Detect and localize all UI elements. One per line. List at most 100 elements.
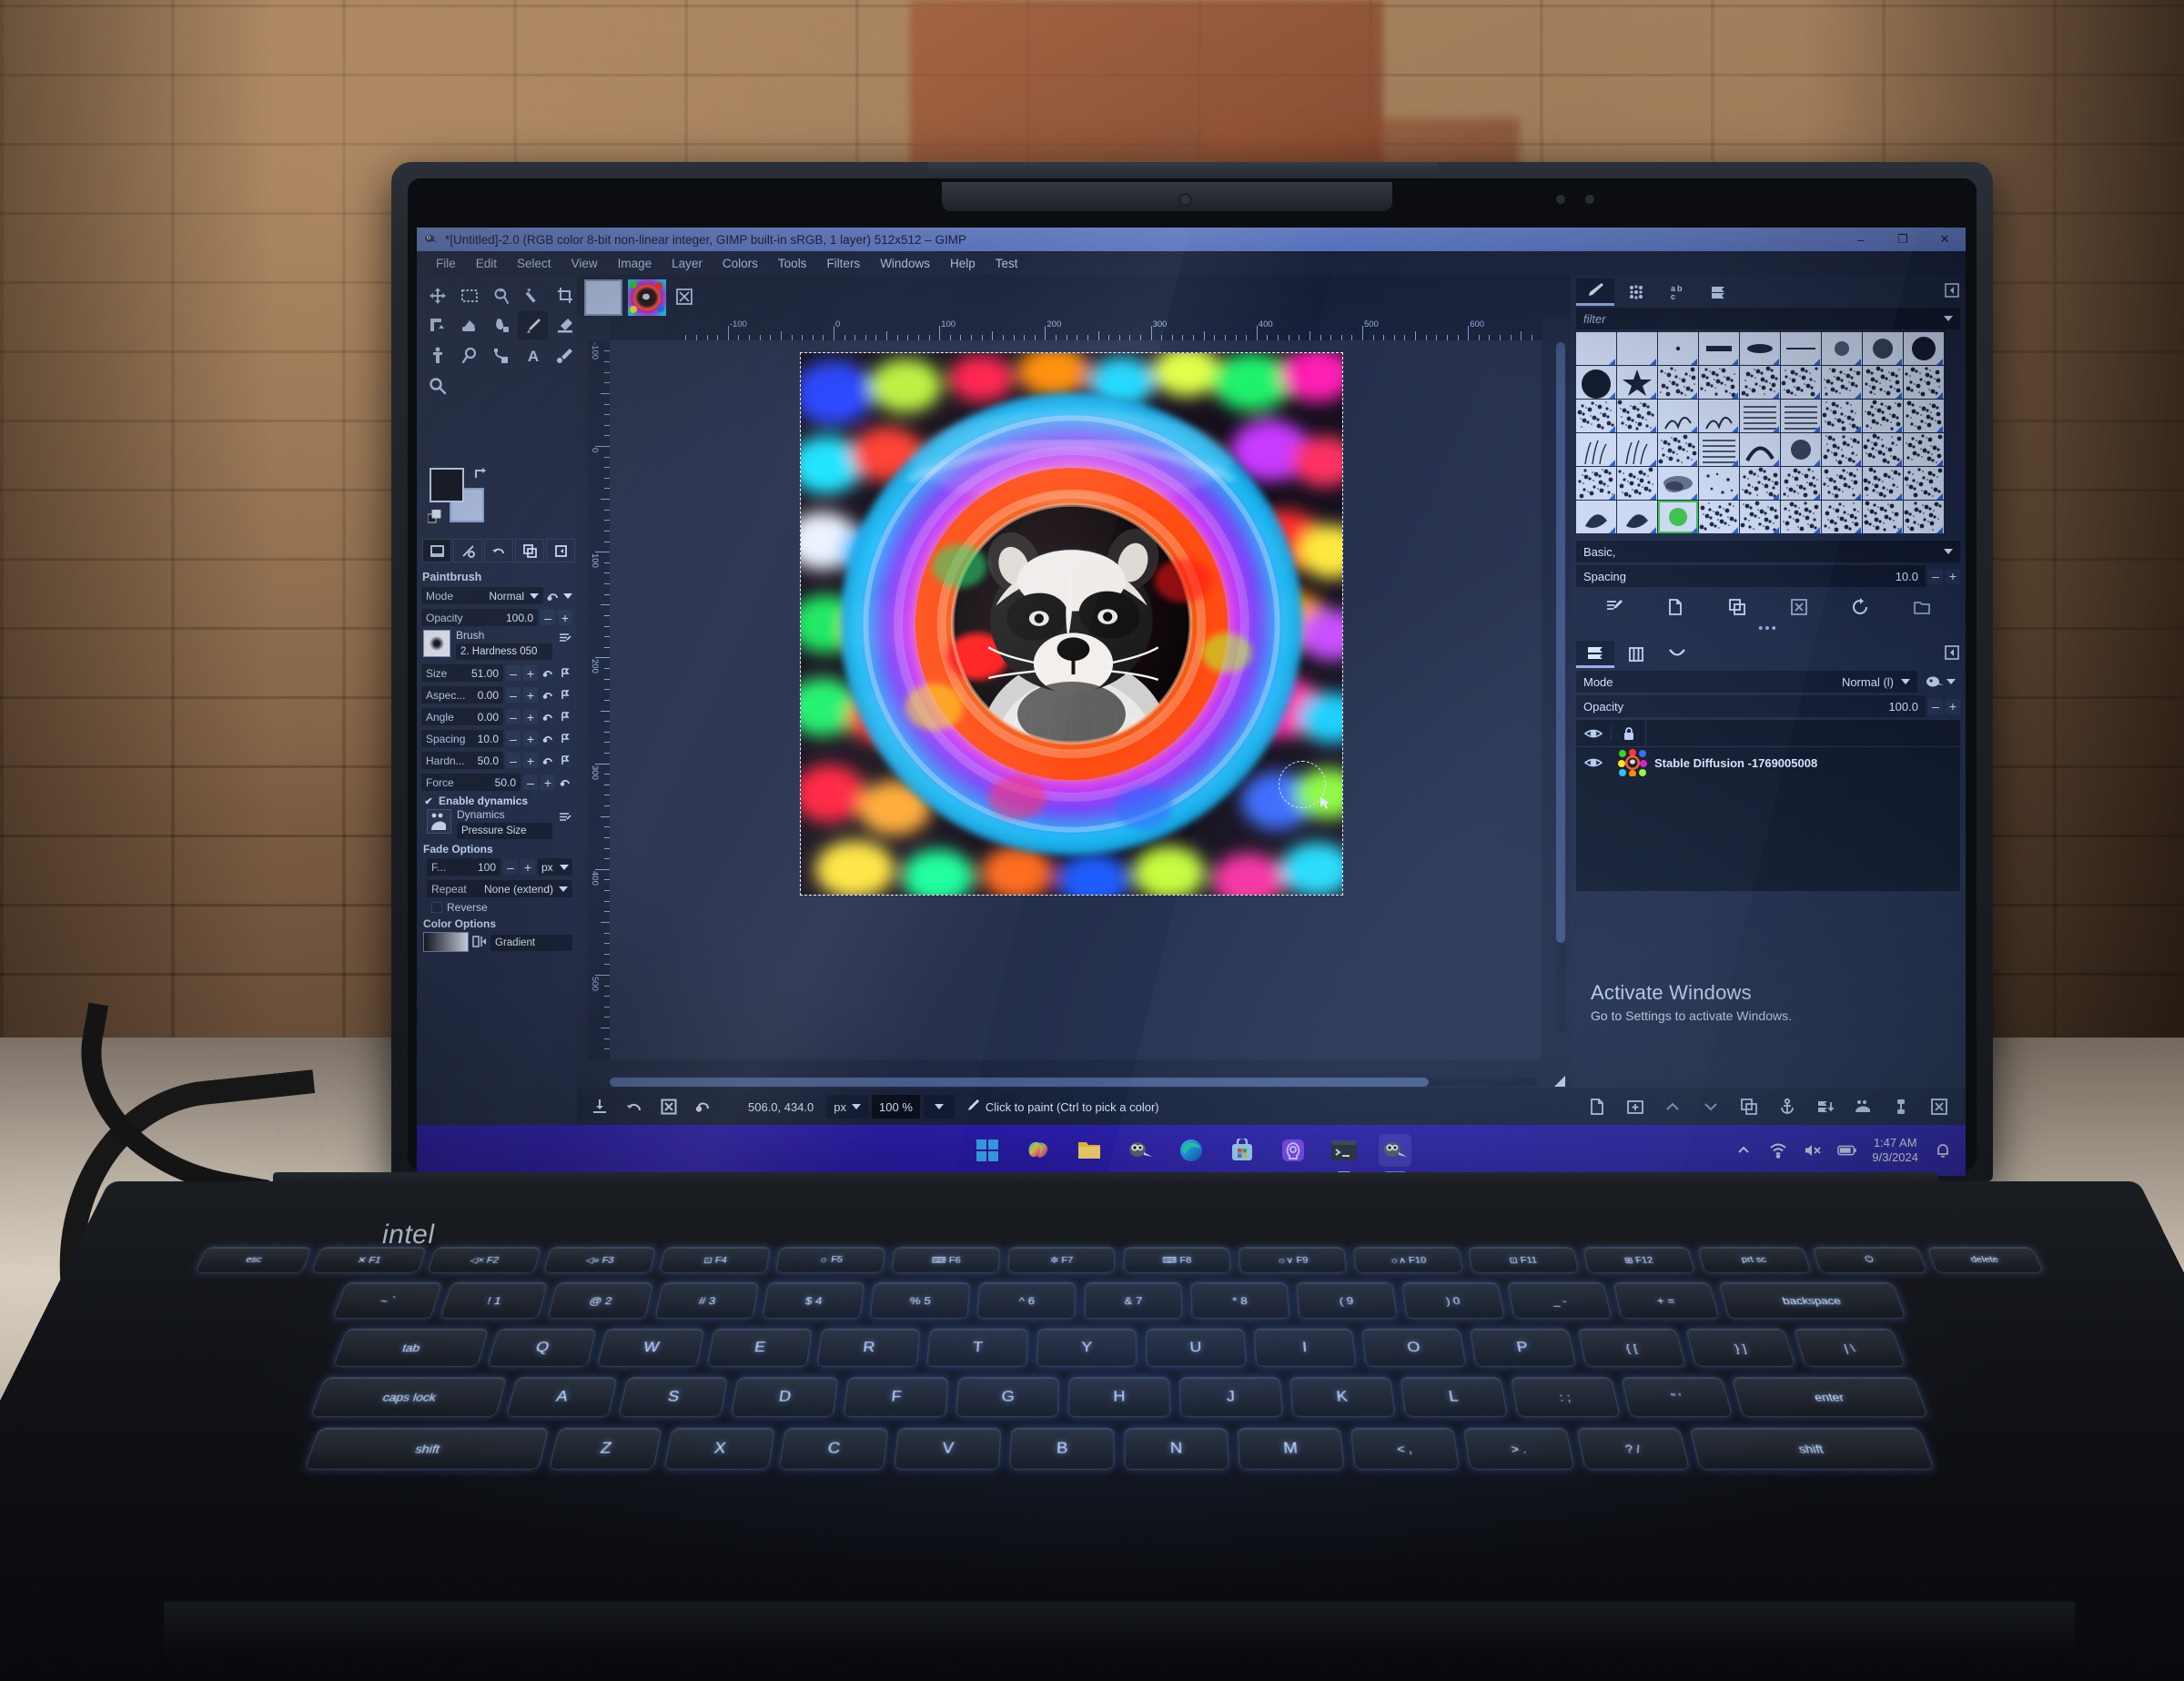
rectangle-select-tool[interactable] bbox=[454, 281, 484, 309]
brush-preview-thumbnail[interactable] bbox=[423, 630, 450, 657]
keyboard-key[interactable]: D bbox=[731, 1377, 838, 1417]
keyboard-key[interactable]: H bbox=[1068, 1377, 1171, 1417]
reset-colors-icon[interactable] bbox=[428, 510, 443, 525]
ai-app-button[interactable] bbox=[1277, 1134, 1309, 1167]
filter-chevron-icon[interactable] bbox=[1944, 316, 1953, 321]
brush-cell[interactable] bbox=[1576, 433, 1616, 466]
brush-filter-input[interactable]: filter bbox=[1576, 308, 1960, 329]
menu-item-select[interactable]: Select bbox=[507, 255, 561, 272]
swap-colors-icon[interactable] bbox=[473, 466, 490, 481]
brush-set-chevron-icon[interactable] bbox=[1944, 549, 1953, 554]
store-button[interactable] bbox=[1226, 1134, 1259, 1167]
open-folder-icon[interactable] bbox=[1910, 595, 1934, 619]
bucket-fill-tool[interactable] bbox=[454, 311, 484, 339]
keyboard-key[interactable]: ☼∧ F10 bbox=[1353, 1247, 1463, 1273]
mode-reset-icon[interactable] bbox=[546, 588, 561, 603]
keyboard-key[interactable]: ^ 6 bbox=[977, 1282, 1077, 1319]
document-history-tab[interactable] bbox=[1699, 278, 1737, 306]
layer-thumbnail[interactable] bbox=[1618, 749, 1647, 776]
navigation-preview-button[interactable] bbox=[1552, 1074, 1567, 1089]
brush-cell[interactable] bbox=[1658, 467, 1698, 500]
minimize-button[interactable]: – bbox=[1840, 228, 1882, 251]
delete-brush-icon[interactable] bbox=[1787, 595, 1811, 619]
keyboard-key[interactable]: + = bbox=[1613, 1282, 1719, 1319]
color-picker-tool[interactable] bbox=[550, 341, 580, 370]
transform-tool[interactable] bbox=[422, 311, 452, 339]
keyboard-key[interactable]: ✲ F7 bbox=[1007, 1247, 1115, 1273]
brush-cell[interactable] bbox=[1699, 332, 1739, 365]
brush-cell[interactable] bbox=[1904, 501, 1944, 533]
keyboard-key[interactable]: backspace bbox=[1718, 1282, 1906, 1319]
keyboard-key[interactable]: F bbox=[843, 1377, 948, 1417]
keyboard-key[interactable]: T bbox=[926, 1329, 1028, 1367]
hardness-reset-icon[interactable] bbox=[541, 753, 555, 768]
undo-icon[interactable] bbox=[619, 1094, 650, 1119]
keyboard-key[interactable]: Z bbox=[549, 1428, 662, 1470]
keyboard-key[interactable]: } ] bbox=[1685, 1329, 1795, 1367]
fade-decrease-button[interactable]: – bbox=[503, 859, 518, 875]
bell-icon[interactable] bbox=[1933, 1140, 1953, 1160]
dock-spacing-decrease-button[interactable]: – bbox=[1928, 569, 1943, 584]
new-layer-icon[interactable] bbox=[1586, 1096, 1608, 1118]
brush-cell[interactable] bbox=[1617, 332, 1657, 365]
layer-opacity-field[interactable]: Opacity 100.0 bbox=[1576, 695, 1926, 717]
brush-name-field[interactable]: 2. Hardness 050 bbox=[456, 643, 552, 660]
cancel-icon[interactable] bbox=[653, 1094, 684, 1119]
menu-item-image[interactable]: Image bbox=[608, 255, 662, 272]
menu-item-layer[interactable]: Layer bbox=[662, 255, 713, 272]
spacing-reset-icon[interactable] bbox=[541, 731, 555, 746]
close-image-icon[interactable] bbox=[675, 288, 693, 306]
lock-alpha-icon[interactable] bbox=[1890, 1096, 1912, 1118]
taskbar-clock[interactable]: 1:47 AM 9/3/2024 bbox=[1872, 1136, 1918, 1165]
keyboard-key[interactable]: ◁× F2 bbox=[427, 1247, 541, 1273]
brush-cell[interactable] bbox=[1699, 433, 1739, 466]
brush-set-selector[interactable]: Basic, bbox=[1576, 541, 1960, 562]
zoom-value[interactable]: 100 % bbox=[872, 1095, 920, 1119]
size-field[interactable]: Size 51.00 bbox=[421, 664, 503, 682]
brush-cell[interactable] bbox=[1781, 332, 1821, 365]
menu-item-tools[interactable]: Tools bbox=[768, 255, 817, 272]
gimp-active-button[interactable] bbox=[1379, 1134, 1411, 1167]
opacity-decrease-button[interactable]: – bbox=[541, 610, 555, 625]
keyboard-key[interactable]: _ - bbox=[1507, 1282, 1612, 1319]
keyboard-key[interactable]: ⌨ F8 bbox=[1124, 1247, 1231, 1273]
keyboard-key[interactable]: tab bbox=[333, 1329, 489, 1367]
heal-tool[interactable] bbox=[454, 341, 484, 370]
chevron-down-icon[interactable] bbox=[530, 593, 539, 599]
keyboard-key[interactable]: ⊡ F11 bbox=[1468, 1247, 1579, 1273]
brush-cell[interactable] bbox=[1699, 366, 1739, 399]
unit-chevron-icon[interactable] bbox=[852, 1104, 861, 1109]
brush-cell[interactable] bbox=[1740, 332, 1780, 365]
brush-grid[interactable] bbox=[1576, 332, 1960, 533]
keyboard-key[interactable]: I bbox=[1254, 1329, 1357, 1367]
brush-cell[interactable] bbox=[1617, 366, 1657, 399]
fonts-tab[interactable]: abc bbox=[1658, 278, 1696, 306]
keyboard-key[interactable]: U bbox=[1146, 1329, 1247, 1367]
battery-icon[interactable] bbox=[1837, 1140, 1857, 1160]
keyboard-key[interactable]: { [ bbox=[1578, 1329, 1686, 1367]
revert-icon[interactable] bbox=[688, 1094, 719, 1119]
brush-cell[interactable] bbox=[1863, 501, 1903, 533]
spacing-decrease-button[interactable]: – bbox=[506, 731, 521, 746]
dock-resize-handle[interactable]: ••• bbox=[1571, 624, 1966, 637]
dynamics-menu-icon[interactable] bbox=[558, 809, 572, 825]
close-button[interactable]: ✕ bbox=[1924, 228, 1966, 251]
keyboard-key[interactable]: * 8 bbox=[1190, 1282, 1289, 1319]
menu-item-filters[interactable]: Filters bbox=[816, 255, 870, 272]
patterns-tab[interactable] bbox=[1617, 278, 1655, 306]
free-select-tool[interactable] bbox=[486, 281, 516, 309]
keyboard-key[interactable]: ⊞ F12 bbox=[1582, 1247, 1695, 1273]
brush-cell[interactable] bbox=[1781, 467, 1821, 500]
keyboard-key[interactable]: Q bbox=[487, 1329, 597, 1367]
brush-cell[interactable] bbox=[1781, 366, 1821, 399]
keyboard-key[interactable]: ! 1 bbox=[440, 1282, 548, 1319]
save-icon[interactable] bbox=[584, 1094, 615, 1119]
force-reset-icon[interactable] bbox=[558, 775, 572, 790]
opacity-increase-button[interactable]: + bbox=[558, 610, 572, 625]
keyboard-key[interactable]: K bbox=[1289, 1377, 1395, 1417]
mode-options-chevron-icon[interactable] bbox=[563, 593, 572, 599]
dock-spacing-field[interactable]: Spacing 10.0 bbox=[1576, 565, 1926, 587]
wifi-icon[interactable] bbox=[1768, 1140, 1788, 1160]
size-decrease-button[interactable]: – bbox=[506, 665, 521, 681]
text-tool[interactable]: A bbox=[518, 341, 548, 370]
